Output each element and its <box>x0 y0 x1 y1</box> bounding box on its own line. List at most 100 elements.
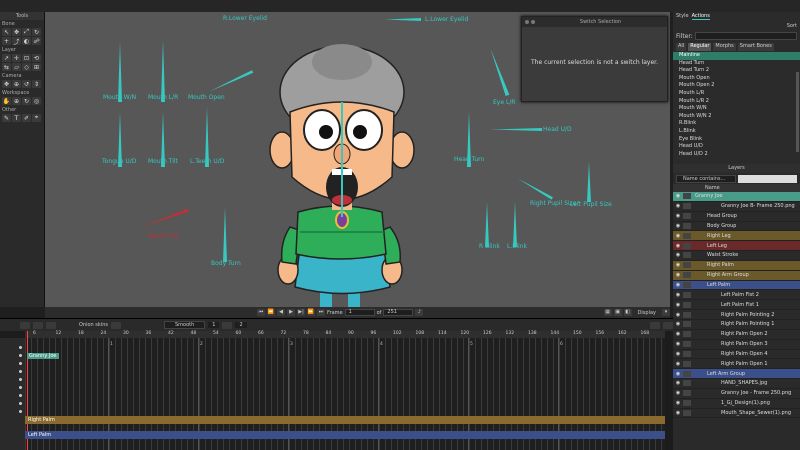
layer-checkbox[interactable] <box>683 370 691 377</box>
track-dot[interactable] <box>19 370 22 373</box>
action-item[interactable]: Mouth Open 2 <box>679 82 794 90</box>
visibility-eye-icon[interactable]: ◉ <box>673 321 683 327</box>
track-dot[interactable] <box>19 362 22 365</box>
roll-camera-icon[interactable]: ↺ <box>22 80 31 88</box>
measure-icon[interactable]: ⌖ <box>32 114 41 122</box>
layer-row[interactable]: ◉ Left Arm Group <box>673 369 800 380</box>
layer-row[interactable]: ◉ Granny Joe B- Frame 250.png <box>673 202 800 212</box>
layer-checkbox[interactable] <box>683 400 691 407</box>
visibility-eye-icon[interactable]: ◉ <box>673 380 683 386</box>
subtab-smart-bones[interactable]: Smart Bones <box>737 43 774 51</box>
visibility-eye-icon[interactable]: ◉ <box>673 282 683 288</box>
play-icon[interactable]: ▶ <box>287 309 295 316</box>
prev-key-icon[interactable]: ⏪ <box>267 309 275 316</box>
action-item[interactable]: Mouth W/N 2 <box>679 113 794 121</box>
visibility-eye-icon[interactable]: ◉ <box>673 233 683 239</box>
next-frame-icon[interactable]: ▶| <box>297 309 305 316</box>
rotate-layer-icon[interactable]: ⟲ <box>32 54 41 62</box>
layer-checkbox[interactable] <box>683 331 691 338</box>
next-key-icon[interactable]: ⏩ <box>307 309 315 316</box>
layer-row[interactable]: ◉ Right Arm Group <box>673 270 800 281</box>
interp-tool-icon[interactable] <box>33 321 43 329</box>
action-item[interactable]: Mouth Open <box>679 75 794 83</box>
insert-text-icon[interactable]: T <box>12 114 21 122</box>
layer-row[interactable]: ◉ Left Palm Fist 2 <box>673 290 800 301</box>
bone-red-selected[interactable] <box>141 209 189 229</box>
transform-layer-icon[interactable]: ⊞ <box>32 63 41 71</box>
action-item[interactable]: Mouth L/R <box>679 90 794 98</box>
visibility-eye-icon[interactable]: ◉ <box>673 400 683 406</box>
subtab-morphs[interactable]: Morphs <box>713 43 736 51</box>
keyframe-tool-icon[interactable] <box>20 321 30 329</box>
bone-body-turn[interactable] <box>223 207 227 262</box>
bone-head-ud[interactable] <box>490 128 542 131</box>
layer-checkbox[interactable] <box>683 232 691 239</box>
layer-checkbox[interactable] <box>683 360 691 367</box>
view-mode-icon[interactable]: ▣ <box>613 309 622 316</box>
action-item[interactable]: Mouth W/N <box>679 105 794 113</box>
canvas-area[interactable]: R.Lower Eyelid L.Lower Eyelid Mouth W/N … <box>45 12 670 307</box>
actions-scrollbar[interactable] <box>796 72 799 152</box>
field-2[interactable]: 2 <box>235 322 247 328</box>
visibility-eye-icon[interactable]: ◉ <box>673 371 683 377</box>
bone-mouth-open[interactable] <box>209 70 254 93</box>
popup-minimize-icon[interactable] <box>531 20 535 24</box>
reparent-bone-icon[interactable]: ⤴ <box>12 37 21 46</box>
sort-label[interactable]: Sort <box>787 23 797 29</box>
zoom-in-timeline-icon[interactable] <box>650 321 660 329</box>
action-item[interactable]: Mouth L/R 2 <box>679 98 794 106</box>
layer-row[interactable]: ◉ Right Palm Pointing 1 <box>673 320 800 330</box>
layer-row[interactable]: ◉ Head Group <box>673 212 800 222</box>
layer-row[interactable]: ◉ Left Palm Fist 1 <box>673 300 800 311</box>
visibility-eye-icon[interactable]: ◉ <box>673 331 683 337</box>
action-item[interactable]: L.Blink <box>679 128 794 136</box>
layer-checkbox[interactable] <box>683 242 691 249</box>
layer-checkbox[interactable] <box>683 282 691 289</box>
layer-row[interactable]: ◉ Right Palm Open 1 <box>673 359 800 370</box>
track-dot[interactable] <box>19 410 22 413</box>
flip-layer-icon[interactable]: ⇆ <box>2 63 11 71</box>
frame-input[interactable]: 1 <box>344 309 375 316</box>
track-dot[interactable] <box>19 394 22 397</box>
subtab-regular[interactable]: Regular <box>688 43 712 51</box>
view-color-icon[interactable]: ◧ <box>623 309 632 316</box>
rotate-bone-icon[interactable]: ↻ <box>32 28 41 36</box>
track-dot[interactable] <box>19 354 22 357</box>
visibility-eye-icon[interactable]: ◉ <box>673 312 683 318</box>
character-granny-joe[interactable] <box>260 32 430 307</box>
track-camera-icon[interactable]: ✥ <box>2 80 11 88</box>
track-dot[interactable] <box>19 386 22 389</box>
shear-layer-icon[interactable]: ▱ <box>12 63 21 71</box>
visibility-eye-icon[interactable]: ◉ <box>673 361 683 367</box>
scale-bone-icon[interactable]: ⤢ <box>22 28 31 36</box>
track-band-right-palm[interactable]: Right Palm <box>25 416 665 424</box>
tab-actions[interactable]: Actions <box>691 13 710 20</box>
eyedropper-icon[interactable]: ✎ <box>2 114 11 122</box>
display-label[interactable]: Display <box>638 310 656 316</box>
sound-icon[interactable]: ♪ <box>415 309 424 316</box>
bone-mouth-wn[interactable] <box>118 42 122 102</box>
timeline-extra-icon[interactable] <box>222 321 233 329</box>
copy-key-icon[interactable] <box>46 321 56 329</box>
layer-checkbox[interactable] <box>683 350 691 357</box>
visibility-eye-icon[interactable]: ◉ <box>673 351 683 357</box>
action-item[interactable]: Head U/D 2 <box>679 151 794 159</box>
layer-row[interactable]: ◉ Right Palm Open 3 <box>673 340 800 350</box>
visibility-eye-icon[interactable]: ◉ <box>673 243 683 249</box>
bone-mouth-lr[interactable] <box>161 40 165 102</box>
track-dot[interactable] <box>19 402 22 405</box>
layer-checkbox[interactable] <box>683 311 691 318</box>
layer-row[interactable]: ◉ Right Palm <box>673 260 800 271</box>
translate-layer-icon[interactable]: ✛ <box>12 54 21 62</box>
last-frame-icon[interactable]: ⏭ <box>317 309 325 316</box>
visibility-eye-icon[interactable]: ◉ <box>673 272 683 278</box>
select-bone-icon[interactable]: ↖ <box>2 28 11 36</box>
rotate-workspace-icon[interactable]: ↻ <box>22 97 31 105</box>
track-band-left-palm[interactable]: Left Palm <box>25 431 665 439</box>
layer-checkbox[interactable] <box>683 193 691 200</box>
visibility-eye-icon[interactable]: ◉ <box>673 193 683 199</box>
layer-checkbox[interactable] <box>683 252 691 259</box>
visibility-eye-icon[interactable]: ◉ <box>673 341 683 347</box>
layer-checkbox[interactable] <box>683 222 691 229</box>
layer-row[interactable]: ◉ Body Group <box>673 222 800 232</box>
